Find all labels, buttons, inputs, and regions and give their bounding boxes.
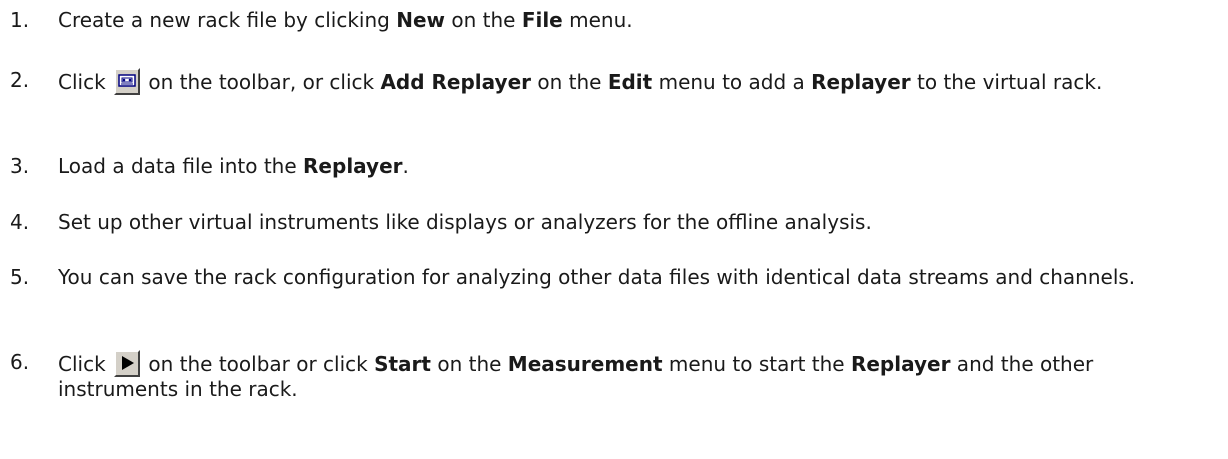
step-number: 1. [10,8,30,32]
step-text: Click on the toolbar, or click Add Repla… [58,68,1103,95]
menu-file: File [521,8,563,32]
step-text: Load a data file into the Replayer. [58,154,409,178]
instruction-steps: 1. Create a new rack file by clicking Ne… [0,0,1228,459]
replayer-tape-icon[interactable] [114,68,141,95]
step-text: Set up other virtual instruments like di… [58,210,872,234]
step-number: 4. [10,210,30,234]
menu-item-new: New [396,8,445,32]
menu-edit: Edit [607,70,653,94]
menu-item-start: Start [374,352,431,376]
play-icon[interactable] [114,350,141,377]
replayer-term: Replayer [850,352,951,376]
step-number: 5. [10,265,30,289]
replayer-term: Replayer [811,70,911,94]
step-number: 3. [10,154,30,178]
step-text: Click on the toolbar or click Start on t… [58,350,1094,401]
menu-measurement: Measurement [507,352,663,376]
step-text: You can save the rack configuration for … [58,265,1136,289]
menu-item-add-replayer: Add Replayer [380,70,532,94]
replayer-term: Replayer [303,154,403,178]
step-text: Create a new rack file by clicking New o… [58,8,633,32]
step-number: 6. [10,350,30,374]
step-number: 2. [10,68,30,92]
